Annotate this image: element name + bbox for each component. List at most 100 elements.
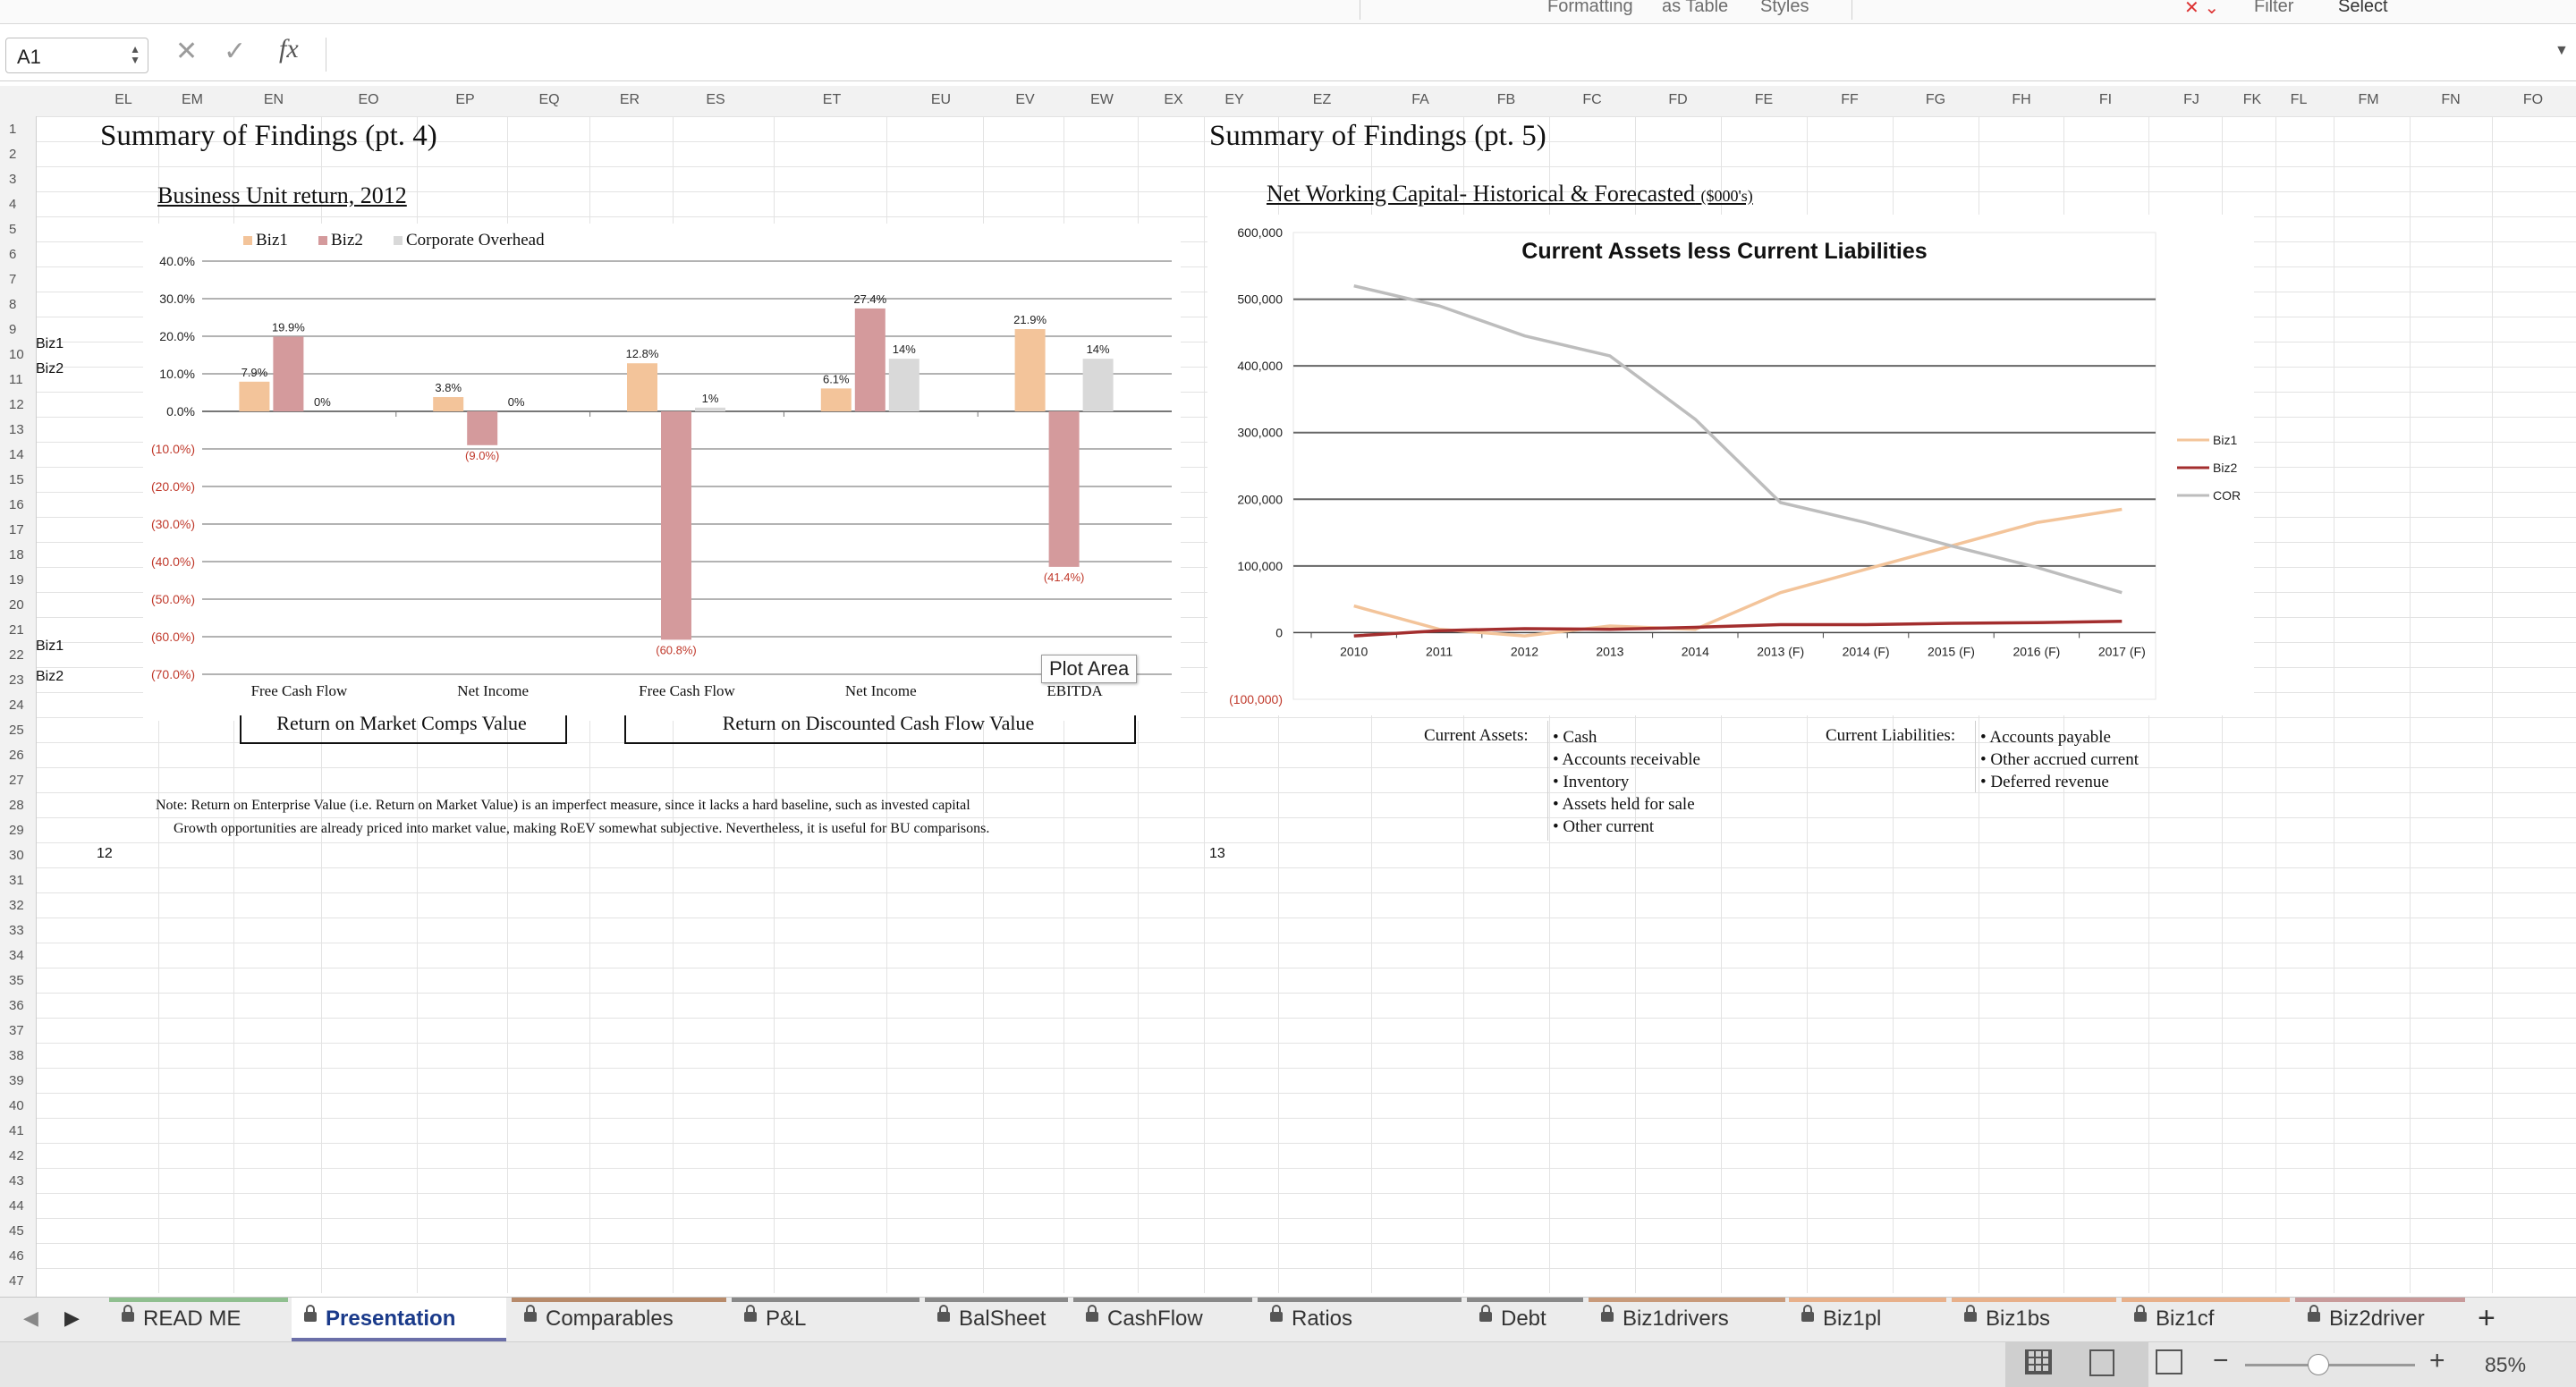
row-header[interactable]: 13 — [9, 422, 24, 437]
fx-icon[interactable]: fx — [279, 34, 299, 64]
column-header[interactable]: EO — [358, 92, 378, 108]
column-header[interactable]: FH — [2012, 92, 2030, 108]
row-header[interactable]: 42 — [9, 1148, 24, 1163]
normal-view-icon[interactable] — [2025, 1349, 2052, 1374]
row-header[interactable]: 46 — [9, 1248, 24, 1264]
row-header[interactable]: 45 — [9, 1223, 24, 1239]
row-header[interactable]: 22 — [9, 647, 24, 663]
sheet-tab[interactable]: Biz1bs — [1952, 1298, 2116, 1342]
row-header[interactable]: 12 — [9, 397, 24, 412]
add-sheet-button[interactable]: + — [2478, 1301, 2496, 1336]
row-header[interactable]: 10 — [9, 347, 24, 362]
column-header[interactable]: FA — [1411, 92, 1429, 108]
row-header[interactable]: 11 — [9, 372, 23, 387]
column-header[interactable]: EP — [455, 92, 474, 108]
ribbon-select[interactable]: Select — [2338, 0, 2388, 17]
column-header[interactable]: FN — [2441, 92, 2460, 108]
row-header[interactable]: 14 — [9, 447, 24, 462]
column-header[interactable]: FG — [1926, 92, 1945, 108]
column-header[interactable]: FC — [1582, 92, 1601, 108]
formula-input[interactable] — [331, 38, 2540, 72]
row-header[interactable]: 24 — [9, 698, 24, 713]
column-header[interactable]: EM — [182, 92, 203, 108]
row-header[interactable]: 15 — [9, 472, 24, 487]
sheet-tab[interactable]: Biz2driver — [2295, 1298, 2465, 1342]
cancel-icon[interactable]: ✕ — [175, 36, 198, 67]
column-header[interactable]: FD — [1668, 92, 1687, 108]
column-header[interactable]: EU — [931, 92, 951, 108]
row-header[interactable]: 31 — [9, 873, 24, 888]
column-header[interactable]: EV — [1015, 92, 1034, 108]
row-header[interactable]: 9 — [9, 322, 16, 337]
column-header[interactable]: EZ — [1313, 92, 1331, 108]
column-header[interactable]: FO — [2523, 92, 2543, 108]
sheet-tab[interactable]: Biz1cf — [2122, 1298, 2290, 1342]
row-header[interactable]: 28 — [9, 798, 24, 813]
row-header[interactable]: 47 — [9, 1273, 24, 1289]
row-header[interactable]: 35 — [9, 973, 24, 988]
row-header[interactable]: 25 — [9, 723, 24, 738]
row-header[interactable]: 26 — [9, 748, 24, 763]
column-header[interactable]: FJ — [2183, 92, 2199, 108]
ribbon-formatting[interactable]: Formatting — [1547, 0, 1633, 17]
column-header[interactable]: EY — [1224, 92, 1243, 108]
column-header[interactable]: ET — [823, 92, 841, 108]
zoom-slider-handle[interactable] — [2308, 1354, 2329, 1375]
row-header[interactable]: 30 — [9, 848, 24, 863]
scroll-left-icon[interactable]: ◀ — [23, 1307, 38, 1330]
row-header[interactable]: 27 — [9, 773, 24, 788]
column-header[interactable]: ES — [706, 92, 724, 108]
row-header[interactable]: 33 — [9, 923, 24, 938]
row-header[interactable]: 37 — [9, 1023, 24, 1038]
row-header[interactable]: 34 — [9, 948, 24, 963]
row-header[interactable]: 39 — [9, 1073, 24, 1088]
sheet-tab[interactable]: Comparables — [512, 1298, 726, 1342]
ribbon-styles[interactable]: Styles — [1760, 0, 1809, 17]
name-box-stepper-icon[interactable]: ▲ ▼ — [130, 44, 140, 65]
row-header[interactable]: 18 — [9, 547, 24, 562]
sheet-tab[interactable]: P&L — [732, 1298, 919, 1342]
column-header[interactable]: EL — [114, 92, 132, 108]
row-header[interactable]: 40 — [9, 1098, 24, 1113]
row-header[interactable]: 44 — [9, 1198, 24, 1214]
clear-icon[interactable]: ✕ ⌄ — [2184, 0, 2219, 19]
column-header[interactable]: ER — [620, 92, 640, 108]
row-header[interactable]: 6 — [9, 247, 16, 262]
row-header[interactable]: 4 — [9, 197, 16, 212]
row-header[interactable]: 21 — [9, 622, 24, 638]
row-header[interactable]: 8 — [9, 297, 16, 312]
sheet-tab[interactable]: BalSheet — [925, 1298, 1068, 1342]
row-header[interactable]: 20 — [9, 597, 24, 613]
ribbon-as-table[interactable]: as Table — [1662, 0, 1728, 17]
row-header[interactable]: 29 — [9, 823, 24, 838]
column-header[interactable]: FL — [2291, 92, 2308, 108]
row-header[interactable]: 5 — [9, 222, 16, 237]
confirm-icon[interactable]: ✓ — [224, 36, 246, 67]
zoom-in-button[interactable]: + — [2429, 1346, 2445, 1376]
column-header[interactable]: FK — [2243, 92, 2261, 108]
sheet-tab[interactable]: READ ME — [109, 1298, 288, 1342]
row-header[interactable]: 2 — [9, 147, 16, 162]
column-header[interactable]: EN — [264, 92, 284, 108]
page-layout-view-icon[interactable] — [2089, 1349, 2114, 1376]
sheet-tab[interactable]: Biz1drivers — [1589, 1298, 1785, 1342]
sheet-tab[interactable]: Biz1pl — [1789, 1298, 1946, 1342]
row-header[interactable]: 43 — [9, 1173, 24, 1188]
net-working-capital-chart[interactable]: 600,000 500,000 400,000 300,000 200,000 100,0… — [1208, 215, 2254, 715]
column-header[interactable]: FB — [1497, 92, 1515, 108]
row-header[interactable]: 32 — [9, 898, 24, 913]
expand-formula-icon[interactable]: ▼ — [2555, 43, 2569, 59]
row-header[interactable]: 23 — [9, 672, 24, 688]
row-header[interactable]: 7 — [9, 272, 16, 287]
business-unit-return-chart[interactable]: 40.0% 30.0% 20.0% 10.0% 0.0% (10.0%) (20.0%) (3… — [143, 224, 1181, 721]
sheet-tab[interactable]: CashFlow — [1073, 1298, 1252, 1342]
row-header[interactable]: 1 — [9, 122, 16, 137]
zoom-slider-track[interactable] — [2245, 1364, 2415, 1366]
row-header[interactable]: 16 — [9, 497, 24, 512]
column-header[interactable]: EQ — [538, 92, 559, 108]
sheet-tab[interactable]: Presentation — [292, 1298, 506, 1342]
row-header[interactable]: 36 — [9, 998, 24, 1013]
name-box[interactable]: A1 ▲ ▼ — [5, 38, 148, 73]
sheet-tab[interactable]: Ratios — [1258, 1298, 1462, 1342]
row-header[interactable]: 17 — [9, 522, 24, 537]
